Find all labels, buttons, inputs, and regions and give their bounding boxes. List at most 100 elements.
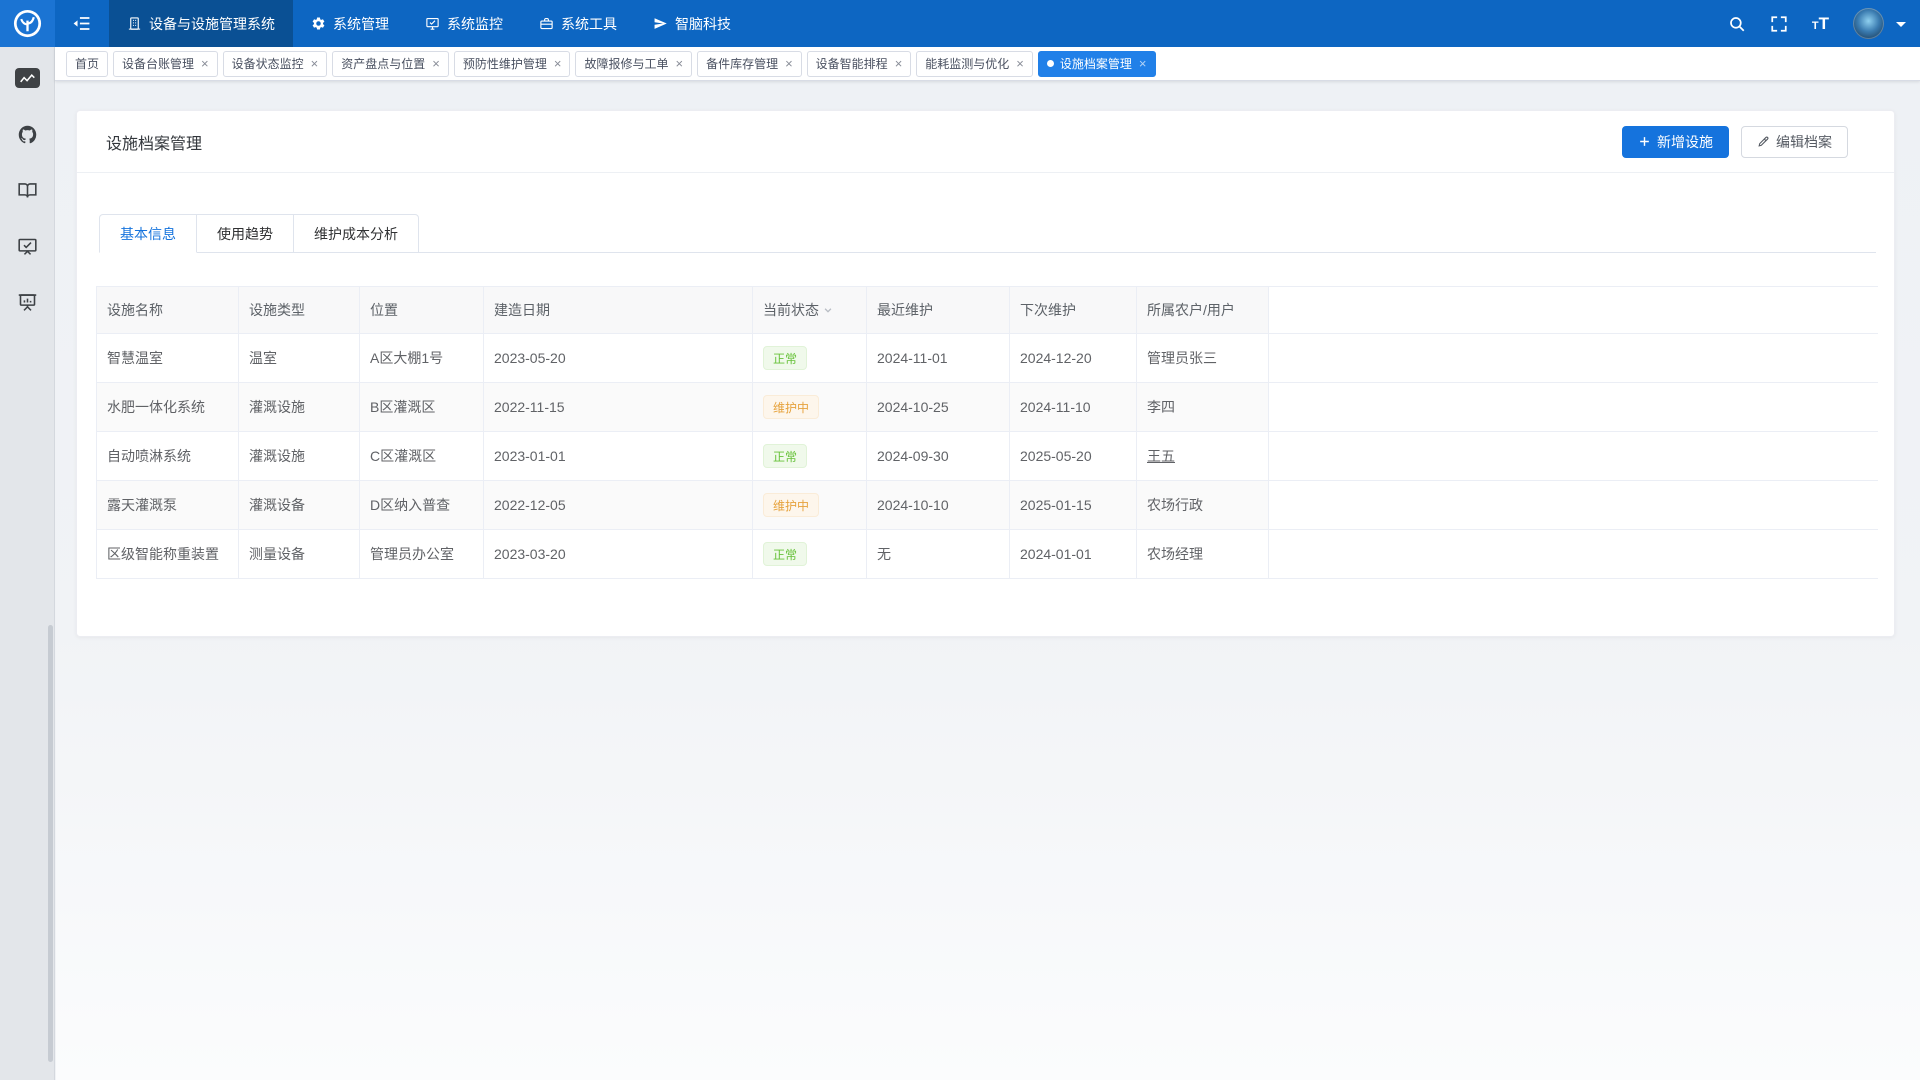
cell-built-date: 2023-05-20	[484, 334, 753, 382]
card-tabs: 基本信息使用趋势维护成本分析	[99, 214, 1876, 253]
close-icon[interactable]: ×	[311, 57, 319, 70]
navbar-actions: TT	[1728, 0, 1920, 47]
table-row: 区级智能称重装置测量设备管理员办公室2023-03-20正常无2024-01-0…	[97, 530, 1878, 579]
close-icon[interactable]: ×	[432, 57, 440, 70]
cell-last-maintenance: 2024-11-01	[867, 334, 1010, 382]
table-row: 自动喷淋系统灌溉设施C区灌溉区2023-01-01正常2024-09-30202…	[97, 432, 1878, 481]
sidebar-item[interactable]	[0, 106, 54, 162]
tab-chip[interactable]: 首页 ×	[66, 51, 108, 77]
sidebar-item[interactable]	[0, 218, 54, 274]
sidebar	[0, 47, 55, 1080]
status-badge: 维护中	[763, 493, 819, 517]
tab-chip[interactable]: 设备状态监控 ×	[223, 51, 328, 77]
row-filler	[1269, 481, 1878, 529]
column-header-owner: 所属农户/用户	[1137, 287, 1269, 333]
table-row: 智慧温室温室A区大棚1号2023-05-20正常2024-11-012024-1…	[97, 334, 1878, 383]
tab-item[interactable]: 维护成本分析	[294, 214, 419, 253]
owner-text[interactable]: 王五	[1147, 446, 1175, 466]
cell-location: D区纳入普查	[360, 481, 484, 529]
font-size-icon[interactable]: TT	[1812, 15, 1829, 32]
dashboard-chart-icon	[15, 68, 40, 88]
sidebar-item[interactable]	[0, 274, 54, 330]
top-menu-item[interactable]: 系统管理	[293, 0, 407, 47]
add-facility-button[interactable]: 新增设施	[1622, 126, 1729, 158]
tab-chip[interactable]: 设备台账管理 ×	[113, 51, 218, 77]
close-icon[interactable]: ×	[201, 57, 209, 70]
close-icon[interactable]: ×	[785, 57, 793, 70]
fullscreen-icon[interactable]	[1770, 15, 1788, 33]
cell-next-maintenance: 2024-12-20	[1010, 334, 1137, 382]
cell-location: A区大棚1号	[360, 334, 484, 382]
top-navbar: 设备与设施管理系统 系统管理 系统监控 系统工具 智脑科技 TT	[0, 0, 1920, 47]
close-icon[interactable]: ×	[554, 57, 562, 70]
cell-last-maintenance: 无	[867, 530, 1010, 578]
close-icon[interactable]: ×	[895, 57, 903, 70]
table-row: 露天灌溉泵灌溉设备D区纳入普查2022-12-05维护中2024-10-1020…	[97, 481, 1878, 530]
cell-current-status: 正常	[753, 334, 867, 382]
pencil-icon	[1757, 135, 1770, 148]
tab-chip[interactable]: 设施档案管理 ×	[1038, 51, 1156, 77]
table-header-row: 设施名称 设施类型 位置 建造日期 当前状态 最近维护 下次维护	[97, 287, 1878, 334]
column-header-facility-name: 设施名称	[97, 287, 239, 333]
sidebar-scrollbar-thumb[interactable]	[48, 625, 53, 1062]
cell-next-maintenance: 2024-11-10	[1010, 383, 1137, 431]
status-badge: 正常	[763, 542, 807, 566]
top-menu-item[interactable]: 系统监控	[407, 0, 521, 47]
caret-down-icon[interactable]	[1896, 22, 1906, 32]
edit-archive-button[interactable]: 编辑档案	[1741, 126, 1848, 158]
user-avatar[interactable]	[1853, 8, 1884, 39]
top-menu-item[interactable]: 设备与设施管理系统	[109, 0, 293, 47]
cell-owner: 李四	[1137, 383, 1269, 431]
open-book-icon	[17, 180, 38, 201]
cell-current-status: 正常	[753, 432, 867, 480]
column-header-current-status: 当前状态	[753, 287, 867, 333]
cell-facility-name: 水肥一体化系统	[97, 383, 239, 431]
top-menu-item[interactable]: 智脑科技	[635, 0, 749, 47]
close-icon[interactable]: ×	[1139, 57, 1147, 70]
tab-active[interactable]: 基本信息	[99, 214, 197, 253]
tab-chip[interactable]: 备件库存管理 ×	[697, 51, 802, 77]
monitor-check-icon	[17, 236, 38, 257]
facility-table: 设施名称 设施类型 位置 建造日期 当前状态 最近维护 下次维护	[96, 286, 1878, 579]
card-header: 设施档案管理 新增设施 编辑档案	[77, 111, 1894, 173]
column-header-location: 位置	[360, 287, 484, 333]
cell-current-status: 正常	[753, 530, 867, 578]
cell-owner: 王五	[1137, 432, 1269, 480]
sidebar-item[interactable]	[0, 162, 54, 218]
top-menu-item[interactable]: 系统工具	[521, 0, 635, 47]
tab-chip[interactable]: 设备智能排程 ×	[807, 51, 912, 77]
status-badge: 维护中	[763, 395, 819, 419]
cell-current-status: 维护中	[753, 481, 867, 529]
cell-last-maintenance: 2024-10-25	[867, 383, 1010, 431]
column-header-built-date: 建造日期	[484, 287, 753, 333]
owner-text: 管理员张三	[1147, 348, 1217, 368]
cell-facility-type: 灌溉设施	[239, 432, 360, 480]
cell-next-maintenance: 2024-01-01	[1010, 530, 1137, 578]
status-badge: 正常	[763, 346, 807, 370]
tab-chip[interactable]: 预防性维护管理 ×	[454, 51, 571, 77]
status-badge: 正常	[763, 444, 807, 468]
sidebar-toggle-button[interactable]	[61, 0, 101, 47]
app-logo[interactable]	[0, 0, 55, 47]
cell-built-date: 2023-01-01	[484, 432, 753, 480]
tab-chip[interactable]: 能耗监测与优化 ×	[916, 51, 1033, 77]
cell-location: B区灌溉区	[360, 383, 484, 431]
hamburger-icon	[72, 14, 91, 33]
tab-item[interactable]: 使用趋势	[197, 214, 294, 253]
close-icon[interactable]: ×	[1016, 57, 1024, 70]
close-icon[interactable]: ×	[675, 57, 683, 70]
tab-chip[interactable]: 资产盘点与位置 ×	[332, 51, 449, 77]
cell-facility-name: 自动喷淋系统	[97, 432, 239, 480]
tab-chip[interactable]: 故障报修与工单 ×	[575, 51, 692, 77]
owner-text: 李四	[1147, 397, 1175, 417]
github-icon	[17, 124, 38, 145]
search-icon[interactable]	[1728, 15, 1746, 33]
sort-caret-icon[interactable]	[823, 305, 833, 315]
sidebar-item[interactable]	[0, 50, 54, 106]
cell-facility-type: 温室	[239, 334, 360, 382]
paper-plane-icon	[653, 16, 668, 31]
main-area: 设施档案管理 新增设施 编辑档案 基本信息使用趋势维护成本分析 设施名称 设施类…	[56, 81, 1920, 1080]
cell-next-maintenance: 2025-05-20	[1010, 432, 1137, 480]
cell-facility-type: 灌溉设施	[239, 383, 360, 431]
active-dot-icon	[1047, 60, 1054, 67]
